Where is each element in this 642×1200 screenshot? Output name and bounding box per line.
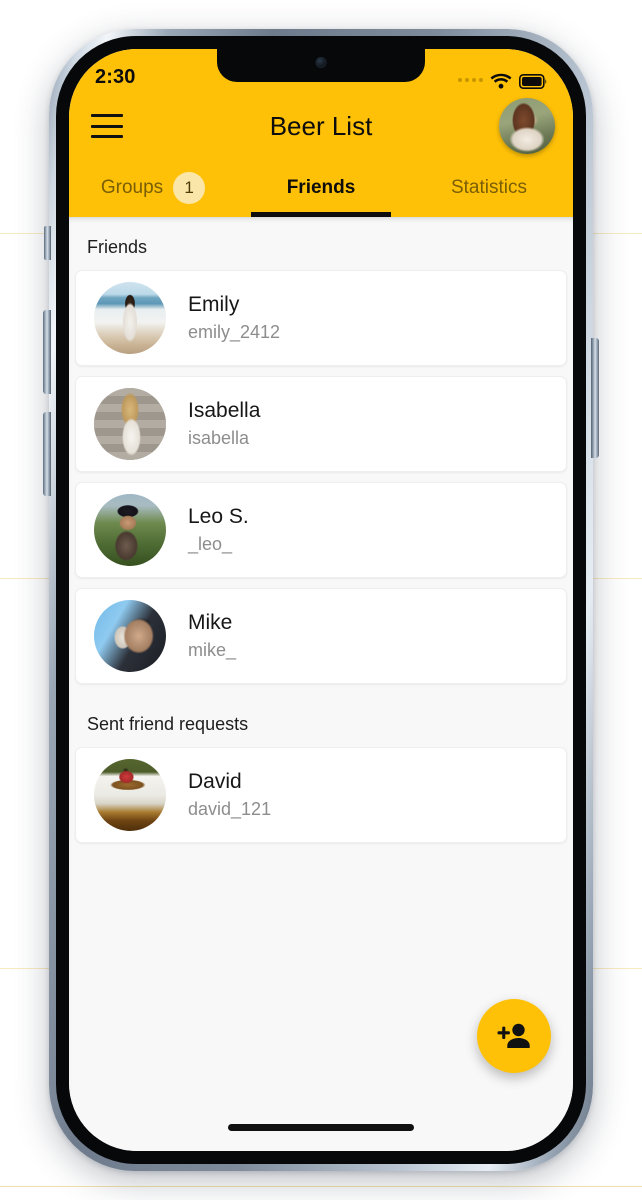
list-item-name: David xyxy=(188,770,242,793)
tab-statistics-label: Statistics xyxy=(450,177,528,198)
phone-screen: 2:30 Beer List Groups 1 Friends Statisti… xyxy=(69,49,573,1151)
add-friend-button[interactable] xyxy=(477,999,551,1073)
section-header-friends: Friends xyxy=(87,237,148,257)
avatar xyxy=(94,388,166,460)
avatar xyxy=(94,759,166,831)
status-bar-clock: 2:30 xyxy=(95,66,136,88)
status-badge: 1 xyxy=(173,172,206,204)
avatar xyxy=(94,600,166,672)
tab-bar: Groups 1 Friends Statistics xyxy=(69,159,573,217)
list-item-name: Mike xyxy=(188,611,233,634)
friends-list-container[interactable]: Friends Emily emily_2412 Isabella isabel… xyxy=(69,217,573,1151)
front-camera-icon xyxy=(315,57,327,68)
display-notch xyxy=(217,49,425,82)
section-header-sent-requests: Sent friend requests xyxy=(87,714,249,734)
volume-down-button[interactable] xyxy=(43,412,51,496)
battery-full-icon xyxy=(519,73,547,89)
power-button[interactable] xyxy=(591,338,599,458)
home-indicator xyxy=(228,1124,414,1131)
signal-dots-icon xyxy=(458,78,483,84)
hamburger-menu-icon[interactable] xyxy=(91,114,123,138)
avatar xyxy=(94,494,166,566)
tab-groups[interactable]: Groups 1 xyxy=(69,159,237,217)
list-item[interactable]: Leo S. _leo_ xyxy=(75,482,567,578)
list-item[interactable]: David david_121 xyxy=(75,747,567,843)
list-item-handle: emily_2412 xyxy=(188,322,281,342)
wifi-icon xyxy=(490,73,512,89)
guide-line xyxy=(0,1186,642,1187)
phone-bezel: 2:30 Beer List Groups 1 Friends Statisti… xyxy=(56,36,586,1164)
person-add-icon xyxy=(497,1023,530,1048)
tab-groups-label: Groups xyxy=(100,177,164,198)
list-item[interactable]: Mike mike_ xyxy=(75,588,567,684)
list-item-name: Leo S. xyxy=(188,505,249,528)
list-item-name: Isabella xyxy=(188,399,261,422)
tab-statistics[interactable]: Statistics xyxy=(405,159,573,217)
app-nav-bar: Beer List xyxy=(69,93,573,159)
list-item-handle: mike_ xyxy=(188,640,237,660)
avatar[interactable] xyxy=(499,98,555,154)
page-title: Beer List xyxy=(269,110,373,141)
silent-switch-button[interactable] xyxy=(44,226,51,260)
volume-up-button[interactable] xyxy=(43,310,51,394)
app-root: 2:30 Beer List Groups 1 Friends Statisti… xyxy=(69,49,573,1151)
list-item-handle: _leo_ xyxy=(188,534,233,554)
status-bar-indicators xyxy=(458,73,547,89)
tab-friends-label: Friends xyxy=(286,177,356,198)
list-item[interactable]: Emily emily_2412 xyxy=(75,270,567,366)
avatar xyxy=(94,282,166,354)
list-item-handle: david_121 xyxy=(188,799,272,819)
tab-friends[interactable]: Friends xyxy=(237,159,405,217)
list-item-name: Emily xyxy=(188,293,240,316)
list-item-handle: isabella xyxy=(188,428,250,448)
phone-device-frame: 2:30 Beer List Groups 1 Friends Statisti… xyxy=(49,29,593,1171)
list-item[interactable]: Isabella isabella xyxy=(75,376,567,472)
